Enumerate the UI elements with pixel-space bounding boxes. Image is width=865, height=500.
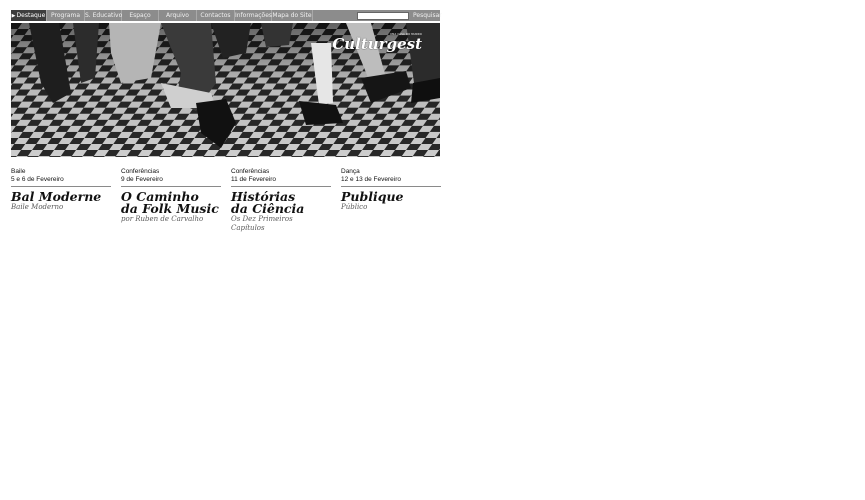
nav-item-contactos[interactable]: Contactos — [197, 10, 235, 21]
event-title-link[interactable]: Histórias da Ciência — [231, 190, 331, 215]
search-button[interactable]: Pesquisar — [413, 10, 442, 21]
nav-item-programa[interactable]: Programa — [47, 10, 85, 21]
event-subtitle: Os Dez Primeiros Capítulos — [231, 215, 293, 232]
nav-item-servico-educativo[interactable]: S. Educativo — [85, 10, 122, 21]
event-card: Conferências 11 de Fevereiro Histórias d… — [231, 168, 331, 233]
event-date: 11 de Fevereiro — [231, 176, 331, 187]
event-category: Dança — [341, 168, 360, 175]
event-subtitle: Baile Moderno — [11, 203, 64, 211]
event-date: 12 e 13 de Fevereiro — [341, 176, 441, 187]
nav-item-destaque[interactable]: ▶Destaque — [11, 10, 47, 21]
event-title-link[interactable]: Publique — [341, 190, 441, 203]
event-date: 9 de Fevereiro — [121, 176, 221, 187]
play-arrow-icon: ▶ — [11, 13, 16, 19]
event-title-link[interactable]: O Caminho da Folk Music — [121, 190, 221, 215]
hero-photo: UMA CASA DO MUNDO Culturgest — [11, 23, 440, 157]
top-navigation: ▶Destaque Programa S. Educativo Espaço A… — [11, 10, 442, 21]
event-category: Conferências — [231, 168, 270, 175]
event-title-link[interactable]: Bal Moderne — [11, 190, 111, 203]
nav-item-arquivo[interactable]: Arquivo — [159, 10, 197, 21]
event-category: Conferências — [121, 168, 160, 175]
event-subtitle: por Ruben de Carvalho — [121, 215, 204, 223]
event-date: 5 e 6 de Fevereiro — [11, 176, 111, 187]
event-subtitle: Público — [341, 203, 368, 211]
event-card: Conferências 9 de Fevereiro O Caminho da… — [121, 168, 221, 224]
nav-item-mapa-do-site[interactable]: Mapa do Site — [272, 10, 313, 21]
event-card: Dança 12 e 13 de Fevereiro Publique Públ… — [341, 168, 441, 212]
event-card: Baile 5 e 6 de Fevereiro Bal Moderne Bai… — [11, 168, 111, 212]
search-input[interactable] — [357, 12, 409, 20]
event-category: Baile — [11, 168, 26, 175]
culturgest-logo[interactable]: UMA CASA DO MUNDO Culturgest — [332, 33, 422, 52]
nav-item-espaco[interactable]: Espaço — [122, 10, 159, 21]
nav-item-informacoes[interactable]: Informações — [235, 10, 272, 21]
